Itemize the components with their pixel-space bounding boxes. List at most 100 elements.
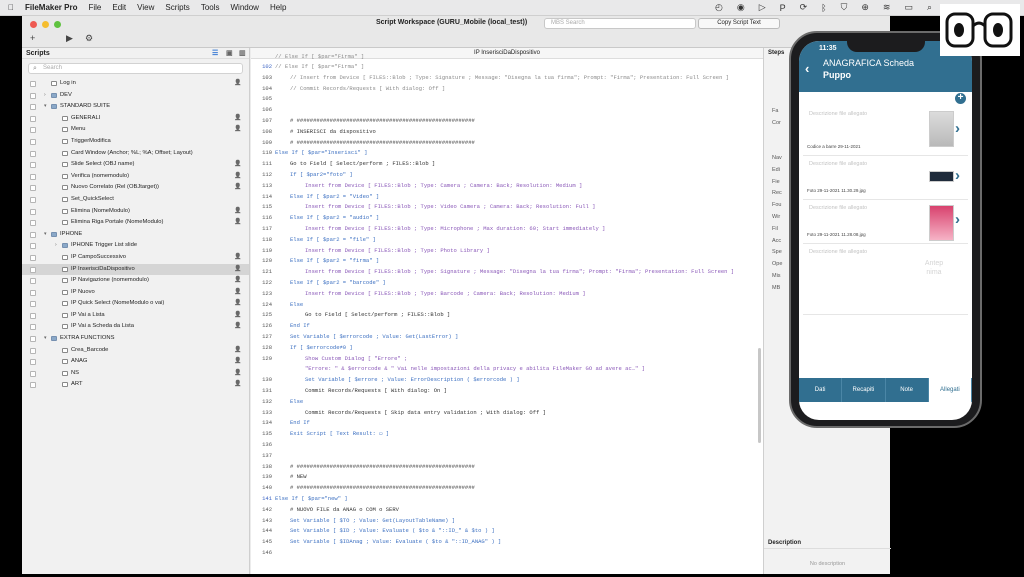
script-line[interactable]: 129 Show Custom Dialog [ "Errore" ; bbox=[251, 354, 763, 365]
script-list-item[interactable]: Set_QuickSelect bbox=[22, 194, 249, 206]
script-line[interactable]: 113 Insert from Device [ FILES::Blob ; Ty… bbox=[251, 181, 763, 192]
attachment-card[interactable]: Descrizione file allegato Codice a barre … bbox=[803, 107, 968, 156]
item-checkbox[interactable] bbox=[30, 127, 36, 134]
step-category[interactable]: Fou bbox=[772, 202, 781, 208]
phone-tab-dati[interactable]: Dati bbox=[799, 378, 843, 402]
item-checkbox[interactable] bbox=[30, 220, 36, 227]
debug-script-button[interactable]: ⚙ bbox=[85, 33, 93, 44]
script-line[interactable]: 110 Else If [ $par="Inserisci" ] bbox=[251, 148, 763, 159]
script-list-item[interactable]: Elimina Riga Portale (NomeModulo) 👤 bbox=[22, 217, 249, 229]
apple-icon[interactable]:  bbox=[8, 3, 14, 12]
shield-icon[interactable]: ⛉ bbox=[841, 2, 848, 13]
step-category[interactable]: Acc bbox=[772, 238, 781, 244]
script-list-item[interactable]: Elimina (NomeModulo) 👤 bbox=[22, 206, 249, 218]
script-search-input[interactable]: ⌕ Search bbox=[28, 63, 243, 74]
time-machine-icon[interactable]: ◴ bbox=[715, 2, 723, 13]
item-checkbox[interactable] bbox=[30, 162, 36, 169]
script-line[interactable]: 141 Else If [ $par="new" ] bbox=[251, 494, 763, 505]
menu-view[interactable]: View bbox=[137, 3, 154, 12]
script-line[interactable]: 103 // Insert from Device [ FILES::Blob ;… bbox=[251, 73, 763, 84]
script-list-item[interactable]: Verifica (nomemodulo) 👤 bbox=[22, 171, 249, 183]
script-list-item[interactable]: Log in 👤 bbox=[22, 78, 249, 90]
script-list-item[interactable]: IP Navigazione (nomemodulo) 👤 bbox=[22, 275, 249, 287]
script-line[interactable]: 102// Else If [ $par="Firma" ] bbox=[251, 62, 763, 73]
script-line[interactable]: 106 bbox=[251, 105, 763, 116]
playback-icon[interactable]: ▷ bbox=[759, 2, 766, 13]
sync-icon[interactable]: ⟳ bbox=[800, 2, 808, 13]
item-checkbox[interactable] bbox=[30, 104, 36, 111]
back-chevron-icon[interactable]: ‹ bbox=[805, 61, 809, 76]
step-category[interactable]: Nav bbox=[772, 155, 782, 161]
item-checkbox[interactable] bbox=[30, 382, 36, 389]
script-line[interactable]: 104 // Commit Records/Requests [ With dia… bbox=[251, 84, 763, 95]
attachment-thumbnail[interactable] bbox=[929, 111, 954, 147]
attachment-thumbnail[interactable] bbox=[929, 205, 954, 241]
chevron-down-icon[interactable]: ▾ bbox=[44, 333, 47, 345]
script-list-item[interactable]: ART 👤 bbox=[22, 379, 249, 391]
script-line[interactable]: 142 # NUOVO FILE da ANAG o COM o SERV bbox=[251, 505, 763, 516]
script-list-item[interactable]: Slide Select (OBJ name) 👤 bbox=[22, 159, 249, 171]
menu-app-name[interactable]: FileMaker Pro bbox=[25, 3, 77, 12]
script-line[interactable]: 111 Go to Field [ Select/perform ; FILES:… bbox=[251, 159, 763, 170]
chevron-down-icon[interactable]: ▾ bbox=[44, 229, 47, 241]
script-line[interactable]: 144 Set Variable [ $ID ; Value: Evaluate … bbox=[251, 526, 763, 537]
bluetooth-icon[interactable]: ᛒ bbox=[821, 3, 826, 13]
chevron-right-icon[interactable]: › bbox=[955, 211, 960, 228]
menu-help[interactable]: Help bbox=[270, 3, 286, 12]
zoom-icon[interactable] bbox=[54, 21, 61, 28]
item-checkbox[interactable] bbox=[30, 115, 36, 122]
script-line[interactable]: 119 Insert from Device [ FILES::Blob ; Ty… bbox=[251, 246, 763, 257]
script-line[interactable]: 112 If [ $par2="foto" ] bbox=[251, 170, 763, 181]
script-line[interactable]: 135 Exit Script [ Text Result: ▭ ] bbox=[251, 429, 763, 440]
item-checkbox[interactable] bbox=[30, 289, 36, 296]
script-line[interactable]: 139 # NEW bbox=[251, 472, 763, 483]
item-checkbox[interactable] bbox=[30, 301, 36, 308]
script-list-item[interactable]: GENERALI 👤 bbox=[22, 113, 249, 125]
script-line[interactable]: 137 bbox=[251, 451, 763, 462]
script-line[interactable]: 120 Else If [ $par2 = "firma" ] bbox=[251, 256, 763, 267]
globe-icon[interactable]: ⊕ bbox=[861, 2, 869, 13]
chevron-right-icon[interactable]: › bbox=[955, 167, 960, 184]
script-line[interactable]: 132 Else bbox=[251, 397, 763, 408]
script-line[interactable]: 117 Insert from Device [ FILES::Blob ; Ty… bbox=[251, 224, 763, 235]
script-line[interactable]: // Else If [ $par="Firma" ] bbox=[251, 52, 763, 63]
item-checkbox[interactable] bbox=[30, 266, 36, 273]
minimize-icon[interactable] bbox=[42, 21, 49, 28]
step-category[interactable]: Fie bbox=[772, 179, 780, 185]
script-list-item[interactable]: IP Vai a Scheda da Lista 👤 bbox=[22, 321, 249, 333]
mbs-search-input[interactable]: MBS Search bbox=[544, 18, 696, 29]
script-line[interactable]: 131 Commit Records/Requests [ With dialog… bbox=[251, 386, 763, 397]
item-checkbox[interactable] bbox=[30, 359, 36, 366]
item-checkbox[interactable] bbox=[30, 173, 36, 180]
step-category[interactable]: Spe bbox=[772, 249, 782, 255]
script-list-item[interactable]: IP InserisciDaDispositivo 👤 bbox=[22, 263, 249, 276]
item-checkbox[interactable] bbox=[30, 347, 36, 354]
script-list-item[interactable]: Menu 👤 bbox=[22, 124, 249, 136]
script-list-item[interactable]: ANAG 👤 bbox=[22, 356, 249, 368]
script-line[interactable]: 107 # ###################################… bbox=[251, 116, 763, 127]
stop-icon[interactable]: ◉ bbox=[737, 2, 745, 13]
item-checkbox[interactable] bbox=[30, 324, 36, 331]
chevron-down-icon[interactable]: ▾ bbox=[44, 101, 47, 113]
item-checkbox[interactable] bbox=[30, 370, 36, 377]
attachment-thumbnail[interactable] bbox=[929, 171, 954, 182]
script-line[interactable]: 121 Insert from Device [ FILES::Blob ; Ty… bbox=[251, 267, 763, 278]
script-list-item[interactable]: Card Window (Anchor; %L; %A; Offset; Lay… bbox=[22, 148, 249, 160]
menu-scripts[interactable]: Scripts bbox=[165, 3, 189, 12]
script-line[interactable]: 122 Else If [ $par2 = "barcode" ] bbox=[251, 278, 763, 289]
wifi-icon[interactable]: ≋ bbox=[883, 2, 891, 13]
script-line[interactable]: 136 bbox=[251, 440, 763, 451]
script-line[interactable]: 116 Else If [ $par2 = "audio" ] bbox=[251, 213, 763, 224]
attachment-card[interactable]: Descrizione file allegato Foto 29-11-2021… bbox=[803, 157, 968, 200]
script-line[interactable]: 124 Else bbox=[251, 300, 763, 311]
attachment-card[interactable]: Descrizione file allegato Antep nima bbox=[803, 245, 968, 315]
script-list-item[interactable]: Crea_Barcode 👤 bbox=[22, 345, 249, 357]
script-line[interactable]: 118 Else If [ $par2 = "file" ] bbox=[251, 235, 763, 246]
script-line[interactable]: 125 Go to Field [ Select/perform ; FILES:… bbox=[251, 310, 763, 321]
script-line[interactable]: 128 If [ $errorcode≠0 ] bbox=[251, 343, 763, 354]
copy-script-text-button[interactable]: Copy Script Text bbox=[698, 18, 780, 29]
script-line[interactable]: 115 Insert from Device [ FILES::Blob ; Ty… bbox=[251, 202, 763, 213]
battery-icon[interactable]: ▭ bbox=[904, 2, 913, 13]
editor-scrollbar[interactable] bbox=[758, 348, 761, 443]
script-line[interactable]: 126 End If bbox=[251, 321, 763, 332]
